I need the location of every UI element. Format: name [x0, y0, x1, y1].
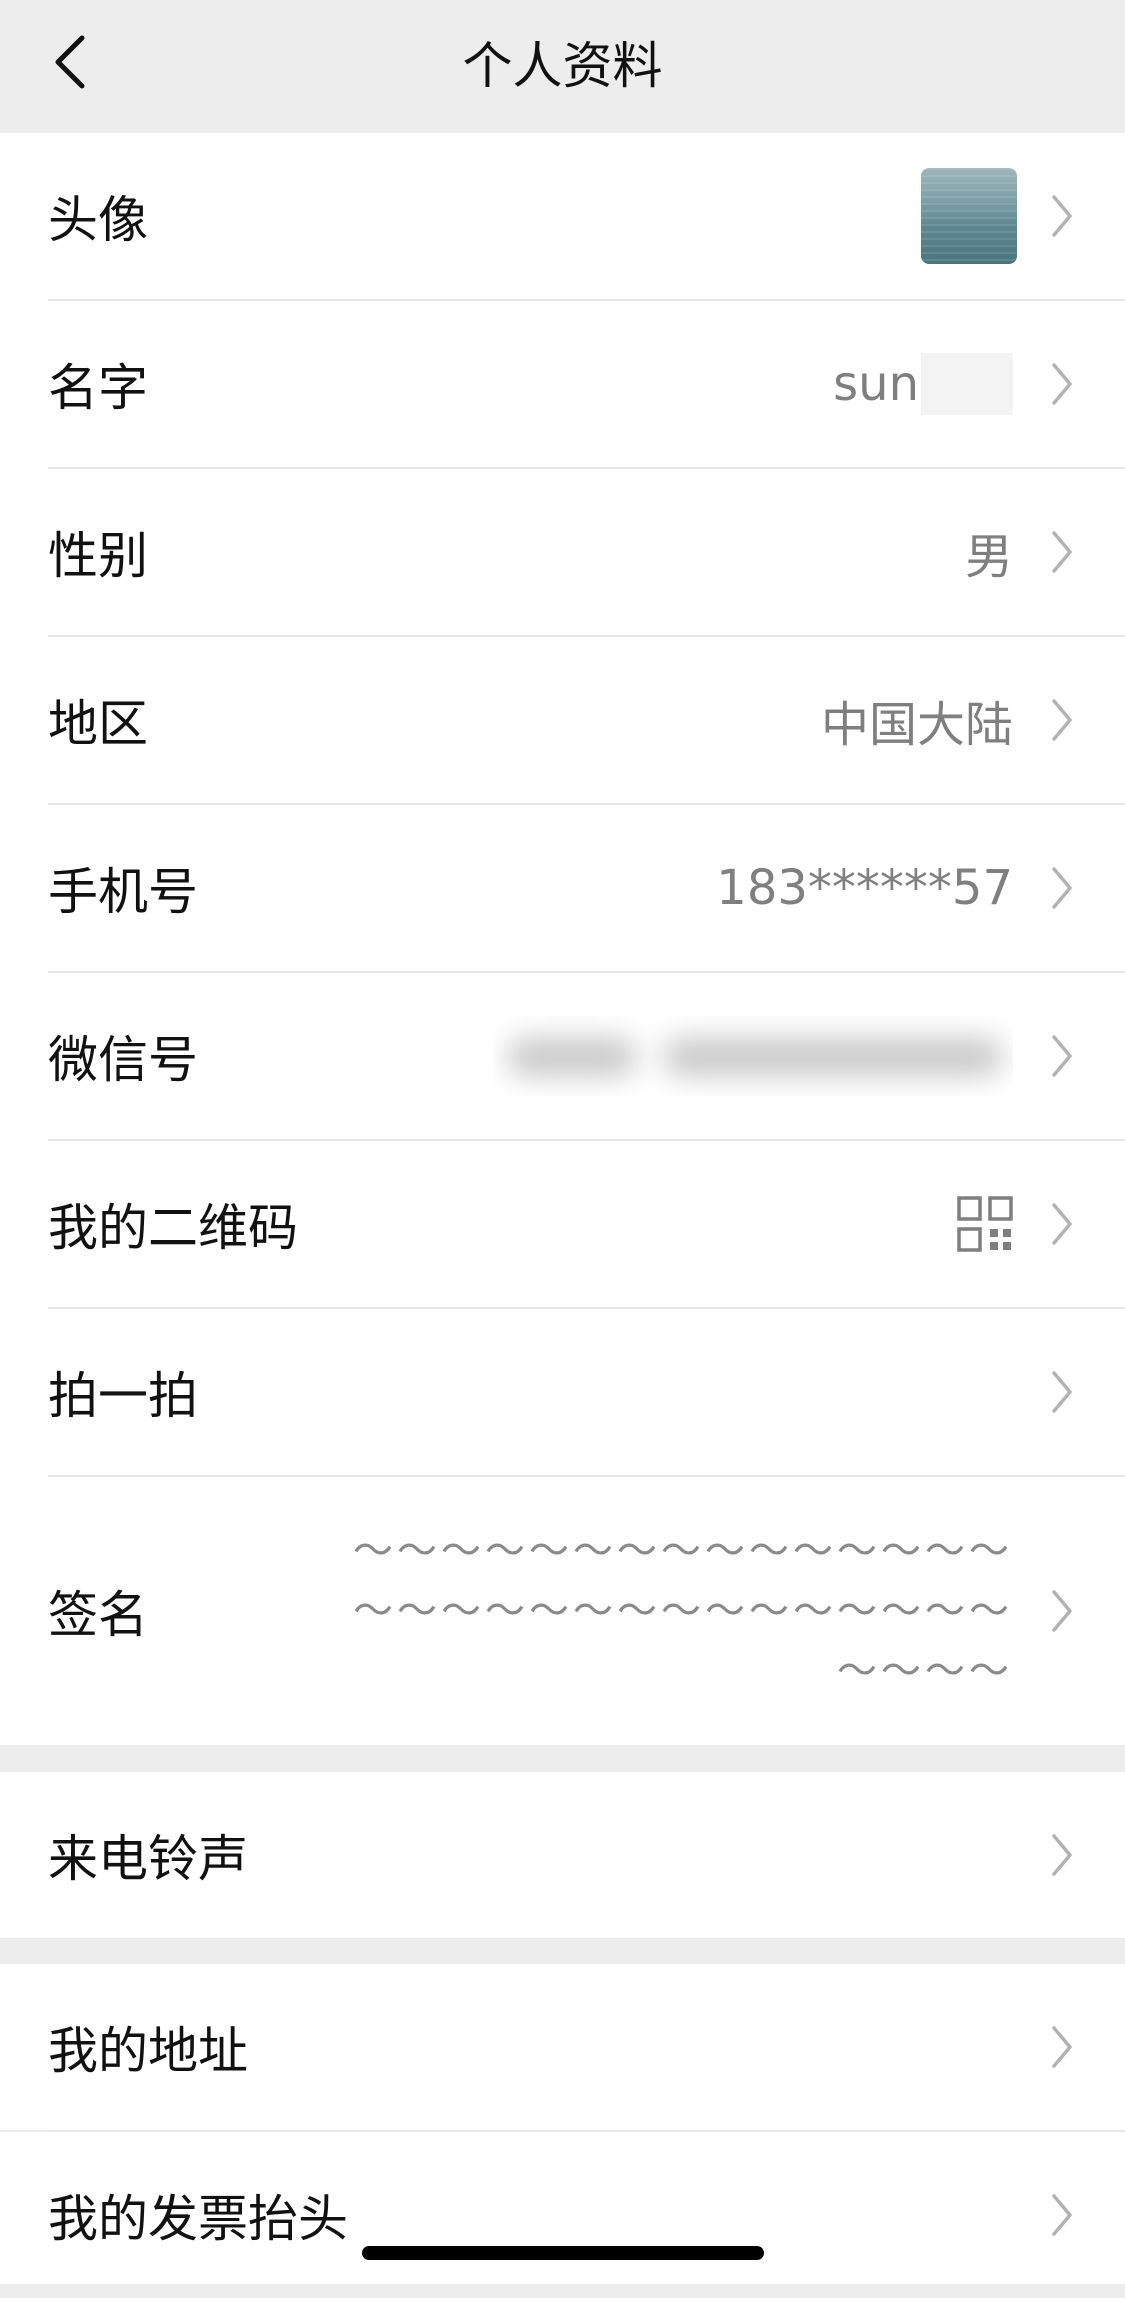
name-value: sun [833, 301, 1013, 467]
row-label: 头像 [48, 190, 148, 249]
signature-value: ～～～～～～～～～～～～～～～～～～～～～～～～～～～～～～～～～～ [353, 1528, 1013, 1694]
row-label: 手机号 [48, 863, 198, 921]
chevron-right-icon [1052, 2194, 1072, 2236]
chevron-right-icon [1052, 1035, 1072, 1077]
row-label: 微信号 [48, 1031, 198, 1089]
row-label: 拍一拍 [48, 1367, 198, 1425]
home-indicator[interactable] [362, 2246, 764, 2260]
chevron-right-icon [1052, 699, 1072, 741]
row-qrcode[interactable]: 我的二维码 [0, 1141, 1125, 1307]
name-text: sun [833, 356, 919, 412]
chevron-right-icon [1052, 363, 1072, 405]
row-label: 来电铃声 [48, 1830, 248, 1888]
chevron-right-icon [1052, 1834, 1072, 1876]
redacted-wechat-id [493, 1016, 1013, 1096]
avatar [921, 167, 1017, 264]
row-ringtone[interactable]: 来电铃声 [0, 1772, 1125, 1938]
row-label: 名字 [48, 359, 148, 417]
region-value: 中国大陆 [820, 697, 1013, 753]
chevron-right-icon [1052, 1590, 1072, 1632]
row-wechat-id[interactable]: 微信号 [0, 973, 1125, 1139]
chevron-right-icon [1052, 2026, 1072, 2068]
chevron-right-icon [1052, 1371, 1072, 1413]
row-pat[interactable]: 拍一拍 [0, 1309, 1125, 1475]
redaction-box [921, 353, 1013, 415]
gender-value: 男 [964, 529, 1013, 585]
chevron-right-icon [1052, 531, 1072, 573]
row-avatar[interactable]: 头像 [0, 133, 1125, 298]
row-region[interactable]: 地区 中国大陆 [0, 637, 1125, 803]
chevron-right-icon [1052, 867, 1072, 909]
row-phone[interactable]: 手机号 183******57 [0, 805, 1125, 971]
row-signature[interactable]: 签名 ～～～～～～～～～～～～～～～～～～～～～～～～～～～～～～～～～～ [0, 1477, 1125, 1745]
row-name[interactable]: 名字 sun [0, 301, 1125, 467]
row-label: 我的地址 [48, 2022, 248, 2080]
chevron-right-icon [1052, 1203, 1072, 1245]
qr-code-icon [957, 1196, 1013, 1252]
row-label: 签名 [48, 1586, 148, 1644]
row-gender[interactable]: 性别 男 [0, 469, 1125, 635]
page-title: 个人资料 [462, 37, 663, 95]
phone-value: 183******57 [716, 860, 1013, 916]
row-address[interactable]: 我的地址 [0, 1964, 1125, 2130]
row-invoice[interactable]: 我的发票抬头 [0, 2132, 1125, 2284]
row-label: 地区 [48, 695, 148, 753]
row-label: 我的二维码 [48, 1199, 298, 1257]
row-label: 我的发票抬头 [48, 2190, 348, 2248]
chevron-right-icon [1052, 194, 1072, 237]
row-label: 性别 [48, 527, 148, 585]
nav-bar: 个人资料 [0, 0, 1125, 133]
